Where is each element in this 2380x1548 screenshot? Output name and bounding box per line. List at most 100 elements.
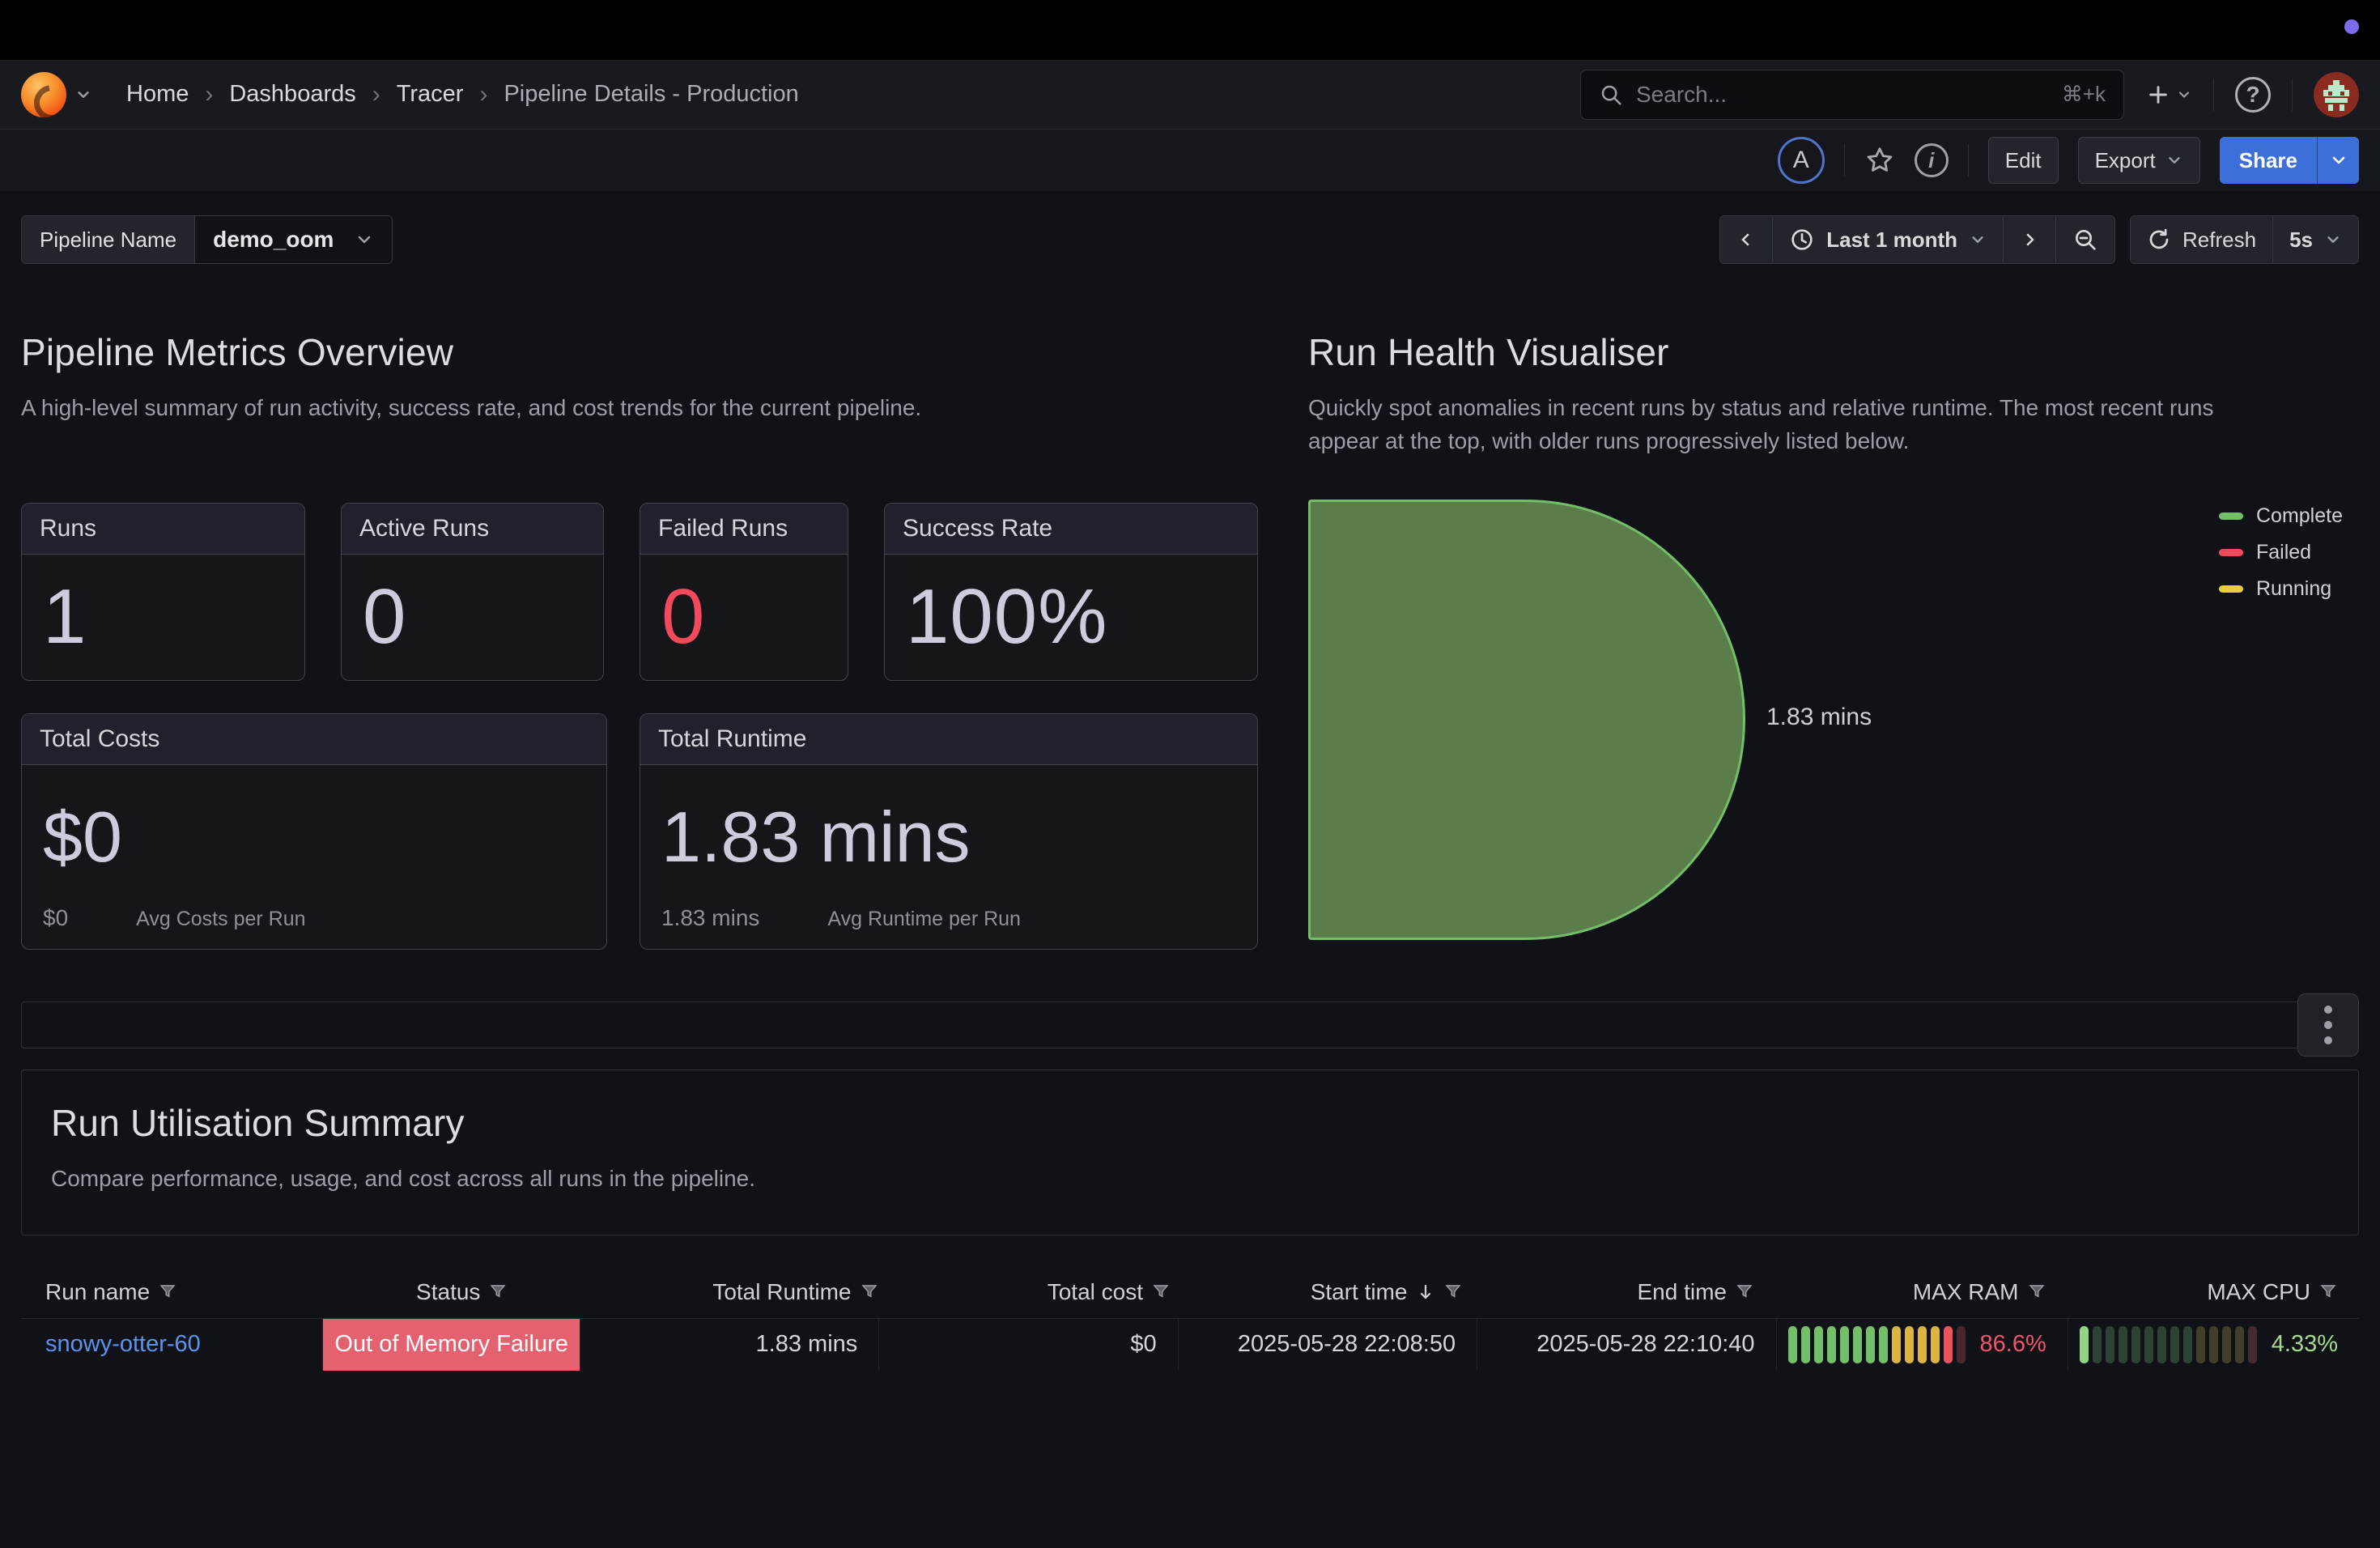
avg-runtime-label: Avg Runtime per Run: [827, 908, 1021, 931]
legend-item-failed[interactable]: Failed: [2219, 541, 2343, 564]
chart-legend: Complete Failed Running: [2219, 504, 2343, 601]
clock-icon: [1789, 227, 1815, 253]
filter-icon[interactable]: [1443, 1282, 1463, 1302]
run-utilisation-panel: Run Utilisation Summary Compare performa…: [21, 1070, 2359, 1235]
column-header-total-cost[interactable]: Total cost: [900, 1279, 1192, 1305]
grafana-logo-button[interactable]: [21, 72, 92, 117]
run-name-link[interactable]: snowy-otter-60: [45, 1331, 201, 1358]
max-cpu-value: 4.33%: [2272, 1331, 2338, 1358]
column-header-status[interactable]: Status: [317, 1279, 609, 1305]
runtime-bar[interactable]: [1308, 500, 1745, 940]
export-label: Export: [2095, 148, 2156, 173]
column-header-start-time[interactable]: Start time: [1192, 1279, 1484, 1305]
filter-icon[interactable]: [488, 1282, 508, 1302]
zoom-out-icon: [2072, 227, 2098, 253]
refresh-icon: [2147, 228, 2171, 252]
user-avatar[interactable]: [2314, 72, 2359, 117]
time-range-picker-button[interactable]: Last 1 month: [1773, 216, 2004, 263]
navbar-right: Search... ⌘+k ?: [1580, 70, 2359, 120]
column-header-run-name[interactable]: Run name: [21, 1279, 317, 1305]
column-header-end-time[interactable]: End time: [1484, 1279, 1776, 1305]
favorite-star-button[interactable]: [1864, 145, 1895, 176]
search-shortcut: ⌘+k: [2062, 82, 2106, 107]
share-split-button[interactable]: Share: [2220, 137, 2359, 184]
pipeline-name-select[interactable]: demo_oom: [195, 216, 392, 263]
start-time-cell: 2025-05-28 22:08:50: [1179, 1319, 1477, 1371]
run-health-description: Quickly spot anomalies in recent runs by…: [1308, 392, 2263, 457]
kebab-dot: [2324, 1006, 2332, 1014]
legend-item-running[interactable]: Running: [2219, 577, 2343, 601]
divider: [2292, 79, 2293, 111]
dashboard-info-button[interactable]: i: [1915, 143, 1949, 177]
chevron-down-icon: [2165, 151, 2183, 169]
share-dropdown-button[interactable]: [2317, 137, 2359, 184]
avg-cost-value: $0: [43, 905, 68, 931]
legend-swatch-complete: [2219, 512, 2243, 520]
breadcrumb-tracer[interactable]: Tracer: [397, 81, 464, 108]
dashboard-content: Pipeline Metrics Overview A high-level s…: [0, 330, 2380, 1371]
run-name-cell: snowy-otter-60: [21, 1319, 323, 1371]
avatar-pixel-art: [2314, 72, 2359, 117]
total-cost-cell: $0: [879, 1319, 1178, 1371]
stat-panel-active-runs[interactable]: Active Runs 0: [341, 503, 604, 681]
pipeline-name-label: Pipeline Name: [22, 216, 195, 263]
total-runtime-panel[interactable]: Total Runtime 1.83 mins 1.83 mins Avg Ru…: [640, 713, 1258, 950]
filter-icon[interactable]: [2318, 1282, 2338, 1302]
profile-a-badge-button[interactable]: A: [1778, 137, 1825, 184]
stat-panel-failed-runs[interactable]: Failed Runs 0: [640, 503, 848, 681]
avg-cost-label: Avg Costs per Run: [136, 908, 305, 931]
os-top-strip: [0, 0, 2380, 60]
status-badge: Out of Memory Failure: [323, 1319, 579, 1371]
zoom-out-time-button[interactable]: [2056, 216, 2114, 263]
filter-icon[interactable]: [1151, 1282, 1171, 1302]
legend-swatch-running: [2219, 585, 2243, 593]
stat-panel-success-rate[interactable]: Success Rate 100%: [884, 503, 1258, 681]
total-costs-panel[interactable]: Total Costs $0 $0 Avg Costs per Run: [21, 713, 607, 950]
run-health-chart: 1.83 mins Complete Failed Running: [1308, 500, 2359, 953]
breadcrumb-home[interactable]: Home: [126, 81, 189, 108]
max-cpu-gauge: [2080, 1326, 2257, 1363]
table-row: snowy-otter-60 Out of Memory Failure 1.8…: [21, 1319, 2359, 1371]
edit-button[interactable]: Edit: [1988, 137, 2059, 184]
refresh-group: Refresh 5s: [2130, 215, 2359, 264]
legend-item-complete[interactable]: Complete: [2219, 504, 2343, 528]
avg-runtime-value: 1.83 mins: [661, 905, 759, 931]
help-button[interactable]: ?: [2235, 77, 2271, 113]
pipeline-name-value: demo_oom: [213, 227, 334, 253]
filter-icon[interactable]: [2027, 1282, 2046, 1302]
end-time-cell: 2025-05-28 22:10:40: [1477, 1319, 1776, 1371]
breadcrumb-dashboards[interactable]: Dashboards: [229, 81, 355, 108]
column-header-max-ram[interactable]: MAX RAM: [1775, 1279, 2068, 1305]
add-new-button[interactable]: [2145, 82, 2192, 108]
stat-panel-runs[interactable]: Runs 1: [21, 503, 305, 681]
chevron-down-icon: [2329, 151, 2348, 170]
kebab-dot: [2324, 1036, 2332, 1044]
legend-swatch-failed: [2219, 549, 2243, 556]
filter-icon[interactable]: [1735, 1282, 1754, 1302]
chevron-down-icon: [1969, 231, 1987, 249]
column-header-max-cpu[interactable]: MAX CPU: [2068, 1279, 2360, 1305]
export-button[interactable]: Export: [2078, 137, 2200, 184]
refresh-label: Refresh: [2182, 228, 2256, 253]
filter-icon[interactable]: [860, 1282, 879, 1302]
grafana-logo-icon: [21, 72, 66, 117]
column-header-total-runtime[interactable]: Total Runtime: [608, 1279, 900, 1305]
search-input[interactable]: Search... ⌘+k: [1580, 70, 2124, 120]
share-button[interactable]: Share: [2220, 137, 2317, 184]
sort-desc-icon[interactable]: [1416, 1282, 1435, 1302]
chevron-right-icon: [2020, 230, 2039, 249]
utilisation-description: Compare performance, usage, and cost acr…: [51, 1163, 2329, 1196]
divider: [1844, 144, 1845, 176]
time-shift-forward-button[interactable]: [2004, 216, 2056, 263]
time-shift-back-button[interactable]: [1720, 216, 1773, 263]
refresh-button[interactable]: Refresh: [2131, 216, 2273, 263]
refresh-interval-select[interactable]: 5s: [2273, 216, 2358, 263]
filter-icon[interactable]: [158, 1282, 177, 1302]
run-health-panel: Run Health Visualiser Quickly spot anoma…: [1308, 330, 2359, 953]
panel-menu-button[interactable]: [2297, 993, 2359, 1057]
divider: [2213, 79, 2214, 111]
stat-title: Failed Runs: [640, 504, 848, 555]
runs-table: Run name Status Total Runtime Total cost…: [21, 1279, 2359, 1371]
navbar: Home › Dashboards › Tracer › Pipeline De…: [0, 60, 2380, 130]
chevron-down-icon: [355, 230, 374, 249]
